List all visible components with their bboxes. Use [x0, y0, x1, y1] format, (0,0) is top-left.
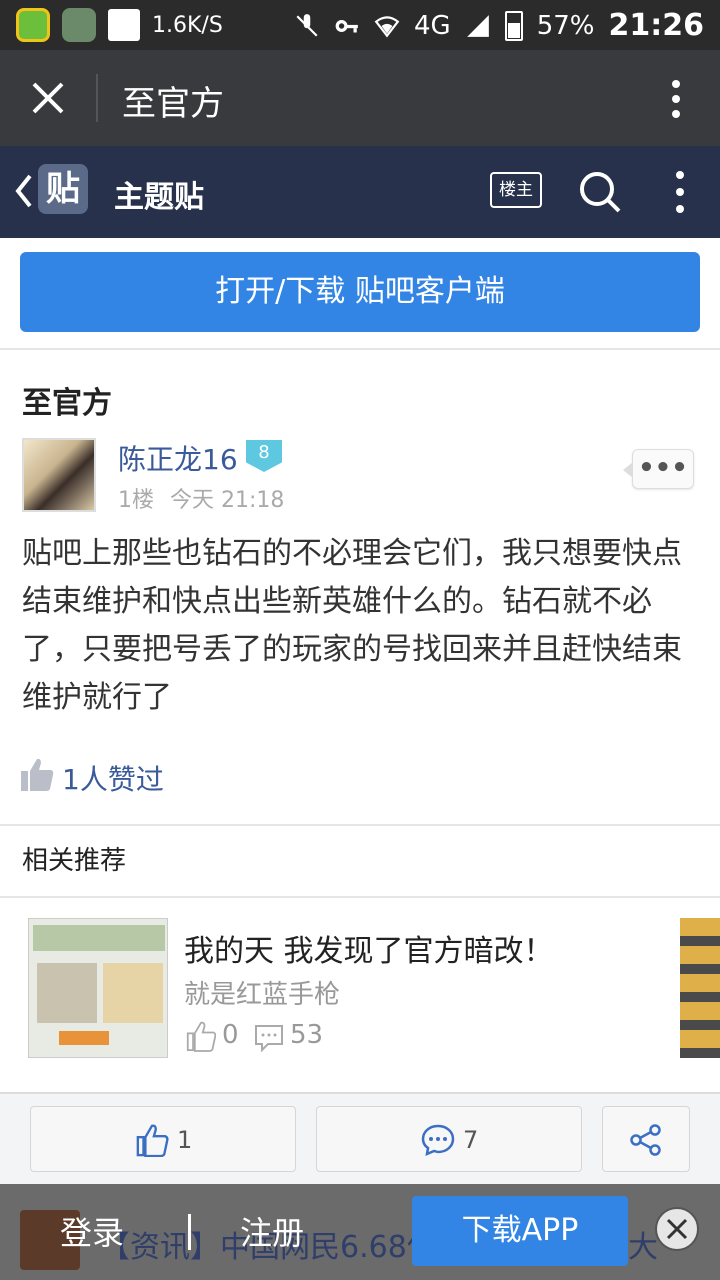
post-body: 贴吧上那些也钻石的不必理会它们，我只想要快点结束维护和快点出些新英雄什么的。钻石…: [22, 536, 682, 715]
avatar[interactable]: [22, 438, 96, 512]
tieba-logo[interactable]: 贴: [38, 164, 88, 214]
comment-count: 7: [463, 1126, 479, 1154]
related-item-title[interactable]: 我的天 我发现了官方暗改！: [184, 926, 554, 970]
blank-notification-icon: [108, 9, 140, 41]
battery-percent: 57%: [536, 10, 595, 41]
status-bar-right: 4G 57% 21:26: [294, 8, 704, 43]
comment-outline-icon: [255, 1025, 283, 1052]
more-vertical-icon[interactable]: [676, 170, 684, 214]
clock: 21:26: [608, 8, 705, 43]
level-badge: 8: [246, 440, 282, 472]
battery-icon: [504, 10, 523, 41]
register-link[interactable]: 注册: [240, 1208, 304, 1254]
comment-button[interactable]: 7: [316, 1106, 582, 1172]
thumbs-up-icon: [136, 1124, 169, 1157]
like-button[interactable]: 1: [30, 1106, 296, 1172]
divider: [0, 348, 720, 350]
more-vertical-icon[interactable]: [672, 80, 680, 118]
status-bar-left: 1.6K/S: [16, 8, 223, 42]
post-time: 今天 21:18: [170, 488, 285, 513]
browser-title-bar: 至官方: [0, 50, 720, 146]
share-button[interactable]: [602, 1106, 690, 1172]
thread-title: 至官方: [22, 386, 112, 421]
game-notification-icon: [62, 8, 96, 42]
page-title: 至官方: [122, 84, 224, 124]
post-more-button[interactable]: •••: [623, 449, 694, 489]
header-title: 主题贴: [114, 180, 204, 215]
related-thumbnail[interactable]: [28, 918, 168, 1058]
floor-number: 1楼: [118, 488, 154, 513]
thumbs-up-icon[interactable]: [20, 756, 54, 792]
close-circle-icon[interactable]: [654, 1206, 700, 1252]
next-related-thumbnail[interactable]: [680, 918, 720, 1058]
related-section-title: 相关推荐: [22, 846, 127, 876]
bottom-login-bar: 【资讯】中国网民6.68亿 登录 注册 下载APP 大: [0, 1184, 720, 1280]
login-link[interactable]: 登录: [60, 1208, 124, 1254]
wifi-icon: [374, 15, 400, 38]
thumbs-up-outline-icon: [186, 1021, 216, 1052]
search-icon[interactable]: [578, 170, 622, 214]
comment-icon: [421, 1124, 455, 1157]
app-notification-icon: [16, 8, 50, 42]
tieba-header: 贴 主题贴 楼主: [0, 146, 720, 238]
separator: [188, 1214, 191, 1250]
divider: [0, 824, 720, 826]
related-item-comments: 53: [290, 1020, 324, 1050]
action-bar: 1 7: [0, 1092, 720, 1184]
mute-icon: [296, 13, 318, 37]
only-op-button[interactable]: 楼主: [490, 172, 542, 208]
network-speed: 1.6K/S: [152, 12, 223, 38]
open-client-button[interactable]: 打开/下载 贴吧客户端: [20, 252, 700, 332]
close-icon[interactable]: [28, 78, 68, 118]
related-item-subtitle: 就是红蓝手枪: [184, 980, 341, 1010]
status-bar: 1.6K/S 4G 57% 21:26: [0, 0, 720, 50]
key-icon: [335, 19, 358, 32]
signal-icon: [466, 14, 489, 37]
username[interactable]: 陈正龙16: [118, 438, 238, 478]
network-type: 4G: [414, 10, 451, 41]
likes-summary[interactable]: 1人赞过: [62, 758, 164, 798]
related-item-likes: 0: [222, 1020, 239, 1050]
like-count: 1: [177, 1126, 193, 1154]
back-chevron-icon[interactable]: [14, 172, 34, 210]
title-separator: [96, 74, 98, 122]
share-icon: [630, 1124, 661, 1156]
download-app-button[interactable]: 下载APP: [412, 1196, 628, 1266]
divider: [0, 896, 720, 898]
